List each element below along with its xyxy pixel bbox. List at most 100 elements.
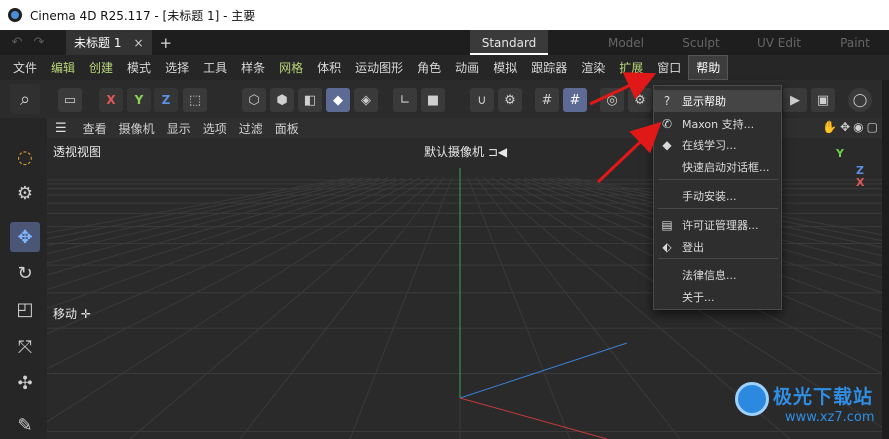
axis-y-lock-button[interactable]: Y <box>127 88 151 112</box>
transfer-tool-icon[interactable]: ⤧ <box>10 332 40 362</box>
gizmo-x-label: X <box>856 176 865 189</box>
layout-model[interactable]: Model <box>587 30 665 55</box>
menu-item-11[interactable]: 动画 <box>448 59 486 76</box>
menu-item-7[interactable]: 网格 <box>272 59 310 76</box>
magnet-snap-icon[interactable]: ∪ <box>470 88 494 112</box>
menu-item-1[interactable]: 编辑 <box>44 59 82 76</box>
layout-sculpt[interactable]: Sculpt <box>665 30 737 55</box>
layout-paint[interactable]: Paint <box>821 30 889 55</box>
menu-item-12[interactable]: 模拟 <box>486 59 524 76</box>
main-menubar: 文件 编辑 创建 模式 选择 工具 样条 网格 体积 运动图形 角色 动画 模拟 跟踪器 渲染 扩展 窗口 帮助 <box>0 55 889 80</box>
live-selection-icon[interactable]: ◌ <box>10 142 40 172</box>
help-menu-item-label: 登出 <box>682 241 704 254</box>
axis-x-lock-button[interactable]: X <box>99 88 123 112</box>
uv-mode-icon[interactable]: ◈ <box>354 88 378 112</box>
move-hint-icon: ✛ <box>80 307 91 321</box>
redo-icon[interactable]: ↷ <box>28 35 50 50</box>
viewport-view-name: 透视视图 <box>53 145 102 159</box>
menu-item-15[interactable]: 扩展 <box>612 59 650 76</box>
menu-item-4[interactable]: 选择 <box>158 59 196 76</box>
render-region-icon[interactable]: ◎ <box>600 88 624 112</box>
camera-link-icon: ⊐◀ <box>487 145 508 159</box>
viewport-menu-item-3[interactable]: 选项 <box>197 120 233 137</box>
render-view-icon[interactable]: ▶ <box>783 88 807 112</box>
menu-item-6[interactable]: 样条 <box>234 59 272 76</box>
help-menu-item-6[interactable]: ⬖ 登出 <box>654 236 781 258</box>
menu-item-0[interactable]: 文件 <box>6 59 44 76</box>
watermark-title: 极光下载站 <box>773 386 874 408</box>
menu-item-5[interactable]: 工具 <box>196 59 234 76</box>
render-queue-icon[interactable]: ▣ <box>811 88 835 112</box>
help-menu-separator <box>658 258 778 259</box>
viewport-menu-item-5[interactable]: 面板 <box>269 120 305 137</box>
menu-item-17[interactable]: 帮助 <box>688 55 729 80</box>
move-tool-icon[interactable]: ✥ <box>10 222 40 252</box>
menu-item-9[interactable]: 运动图形 <box>348 59 410 76</box>
menu-item-13[interactable]: 跟踪器 <box>524 59 574 76</box>
help-menu-item-5[interactable]: ▤ 许可证管理器... <box>654 214 781 236</box>
placement-tool-icon[interactable]: ✣ <box>10 368 40 398</box>
help-menu-item-0[interactable]: ? 显示帮助 <box>654 90 781 112</box>
help-menu-item-3[interactable]: 快速启动对话框... <box>654 156 781 178</box>
help-menu-item-label: 显示帮助 <box>682 95 726 108</box>
layout-switcher: Standard Model Sculpt UV Edit Paint <box>470 30 889 55</box>
snap-settings-icon[interactable]: ⚙ <box>498 88 522 112</box>
help-menu-item-1[interactable]: ✆ Maxon 支持... <box>654 113 781 135</box>
z-axis-line <box>459 342 628 399</box>
menu-item-2[interactable]: 创建 <box>82 59 120 76</box>
help-menu-item-8[interactable]: 关于... <box>654 286 781 308</box>
tool-hint: 移动 ✛ <box>53 307 91 321</box>
solo-icon[interactable]: ■ <box>421 88 445 112</box>
viewport-menu-item-0[interactable]: 查看 <box>77 120 113 137</box>
axis-z-lock-button[interactable]: Z <box>154 88 178 112</box>
menu-item-14[interactable]: 渲染 <box>574 59 612 76</box>
coordinate-system-icon[interactable]: ⬚ <box>183 88 207 112</box>
viewport-hamburger-icon[interactable]: ☰ <box>55 121 67 136</box>
license-icon: ▤ <box>661 218 673 232</box>
viewport-menu: 查看 摄像机 显示 选项 过滤 面板 <box>77 120 305 137</box>
menu-item-3[interactable]: 模式 <box>120 59 158 76</box>
watermark-logo-icon <box>735 382 769 416</box>
rotate-tool-icon[interactable]: ↻ <box>10 258 40 288</box>
watermark-url: www.xz7.com <box>785 410 875 425</box>
menu-item-10[interactable]: 角色 <box>410 59 448 76</box>
render-settings-icon[interactable]: ⚙ <box>628 88 652 112</box>
scale-tool-icon[interactable]: ◰ <box>10 294 40 324</box>
help-menu-item-2[interactable]: ◆ 在线学习... <box>654 134 781 156</box>
help-menu-item-label: 快速启动对话框... <box>682 161 770 174</box>
viewport-menu-item-2[interactable]: 显示 <box>161 120 197 137</box>
viewport-menu-item-1[interactable]: 摄像机 <box>113 120 161 137</box>
polygons-mode-icon[interactable]: ◧ <box>298 88 322 112</box>
object-mode-icon[interactable]: ◆ <box>326 88 350 112</box>
viewport-camera-name[interactable]: 默认摄像机 ⊐◀ <box>424 143 507 160</box>
site-watermark: 极光下载站 www.xz7.com <box>735 380 885 436</box>
document-tab[interactable]: 未标题 1 × <box>66 30 152 55</box>
workplane-icon[interactable]: ∟ <box>393 88 417 112</box>
magnifier-tool-icon[interactable]: ⌕ <box>10 84 40 114</box>
window-titlebar: Cinema 4D R25.117 - [未标题 1] - 主要 <box>0 0 889 30</box>
layout-standard[interactable]: Standard <box>470 30 548 55</box>
menu-item-16[interactable]: 窗口 <box>650 59 688 76</box>
grid-snap-icon[interactable]: # <box>535 88 559 112</box>
add-tab-button[interactable]: + <box>160 34 173 52</box>
viewport-navigation-icons[interactable]: ✋✥◉▢ <box>822 120 881 134</box>
cinema4d-logo-icon <box>8 8 22 22</box>
help-menu-item-label: 关于... <box>682 291 715 304</box>
model-mode-icon[interactable]: ▭ <box>58 88 82 112</box>
spline-pen-icon[interactable]: ✎ <box>10 410 40 439</box>
edges-mode-icon[interactable]: ⬢ <box>270 88 294 112</box>
undo-icon[interactable]: ↶ <box>6 35 28 50</box>
viewport-menu-item-4[interactable]: 过滤 <box>233 120 269 137</box>
layout-uv-edit[interactable]: UV Edit <box>737 30 821 55</box>
help-dropdown-menu: ? 显示帮助 ✆ Maxon 支持... ◆ 在线学习... 快速启动对话框... 手动安装.… <box>653 85 782 310</box>
help-menu-separator <box>658 179 778 180</box>
close-tab-icon[interactable]: × <box>133 36 143 50</box>
grid-snap-active-icon[interactable]: # <box>563 88 587 112</box>
help-menu-item-4[interactable]: 手动安装... <box>654 185 781 207</box>
material-sphere-icon[interactable]: ◯ <box>848 88 872 112</box>
points-mode-icon[interactable]: ⬡ <box>242 88 266 112</box>
phone-icon: ✆ <box>661 117 673 131</box>
menu-item-8[interactable]: 体积 <box>310 59 348 76</box>
help-menu-item-7[interactable]: 法律信息... <box>654 264 781 286</box>
tweak-tool-icon[interactable]: ⚙ <box>10 178 40 208</box>
